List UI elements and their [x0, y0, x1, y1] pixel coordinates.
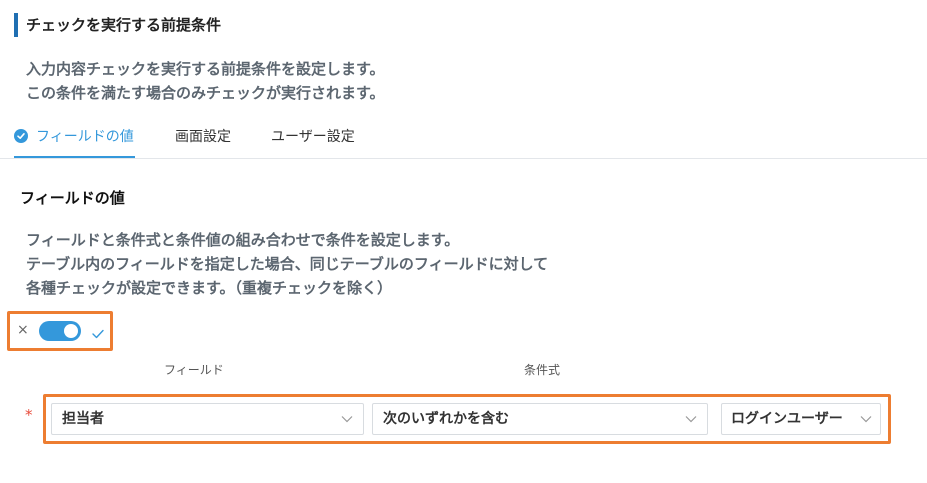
tab-screen-settings[interactable]: 画面設定	[175, 122, 231, 156]
chevron-down-icon	[685, 416, 697, 423]
close-icon: ×	[17, 322, 29, 338]
operator-column-label: 条件式	[524, 363, 561, 377]
toggle-knob	[64, 324, 78, 338]
tab-user-settings[interactable]: ユーザー設定	[271, 122, 355, 156]
field-value-title: フィールドの値	[20, 189, 125, 207]
tab-field-value[interactable]: フィールドの値	[14, 122, 135, 158]
field-select-value: 担当者	[62, 411, 104, 427]
check-circle-icon	[14, 129, 28, 143]
value-select[interactable]: ログインユーザー	[721, 403, 881, 435]
check-icon	[92, 324, 104, 343]
field-value-description: フィールドと条件式と条件値の組み合わせで条件を設定します。 テーブル内のフィール…	[26, 228, 548, 300]
field-column-label: フィールド	[164, 363, 224, 377]
chevron-down-icon	[860, 416, 872, 423]
field-value-description-line: テーブル内のフィールドを指定した場合、同じテーブルのフィールドに対して	[26, 255, 549, 273]
tab-label: ユーザー設定	[271, 129, 355, 145]
section-description-line: 入力内容チェックを実行する前提条件を設定します。	[26, 60, 385, 78]
tab-bar: フィールドの値 画面設定 ユーザー設定	[0, 122, 927, 159]
condition-row: 担当者 次のいずれかを含む ログインユーザー	[43, 394, 891, 444]
operator-select[interactable]: 次のいずれかを含む	[372, 403, 708, 435]
field-value-description-line: フィールドと条件式と条件値の組み合わせで条件を設定します。	[26, 231, 460, 249]
tab-label: フィールドの値	[36, 129, 134, 145]
section-description: 入力内容チェックを実行する前提条件を設定します。 この条件を満たす場合のみチェッ…	[26, 57, 385, 105]
tab-label: 画面設定	[175, 129, 231, 145]
field-select[interactable]: 担当者	[51, 403, 364, 435]
required-mark: *	[25, 406, 33, 424]
value-select-value: ログインユーザー	[731, 411, 843, 427]
field-value-description-line: 各種チェックが設定できます。（重複チェックを除く）	[26, 279, 393, 297]
section-description-line: この条件を満たす場合のみチェックが実行されます。	[26, 84, 385, 102]
chevron-down-icon	[341, 416, 353, 423]
enable-toggle-switch[interactable]	[39, 321, 81, 341]
operator-select-value: 次のいずれかを含む	[383, 411, 509, 427]
enable-toggle-group: ×	[7, 311, 113, 351]
section-title: チェックを実行する前提条件	[14, 13, 221, 37]
